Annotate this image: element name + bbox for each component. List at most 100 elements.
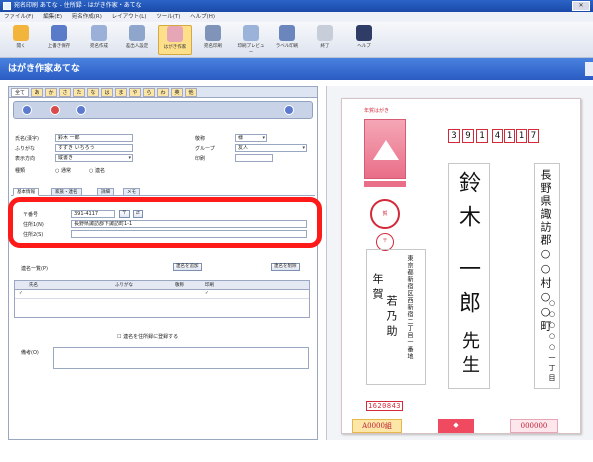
table-row[interactable]: ✓ ✓ (15, 290, 309, 299)
print-button[interactable]: 宛名印刷 (198, 25, 228, 55)
kana-field[interactable]: すずき いちろう (55, 144, 133, 152)
recipient-address-line2: ○○○○○一丁目 (548, 299, 556, 384)
menu-help[interactable]: ヘルプ(H) (190, 14, 215, 20)
delete-joint-button[interactable]: 連名を削除 (271, 263, 300, 271)
section-tabs: 基本情報 家族・連名 詳細 メモ (11, 187, 315, 196)
exit-icon (317, 25, 333, 41)
sender-button[interactable]: 差出人設定 (122, 25, 152, 55)
joint-list-label: 連名一覧(P) (21, 266, 48, 272)
app-icon (3, 2, 11, 10)
tab-ta[interactable]: た (73, 88, 85, 97)
preview-button[interactable]: 印刷プレビュー (236, 25, 266, 55)
tab-wa[interactable]: わ (157, 88, 169, 97)
recipient-honorific: 先生 (459, 331, 480, 379)
zip-digit-2: 9 (462, 129, 474, 143)
tab-ya[interactable]: や (129, 88, 141, 97)
help-button[interactable]: ヘルプ (346, 25, 382, 55)
menu-edit[interactable]: 編集(E) (43, 14, 62, 20)
design-button[interactable]: はがき作家 (158, 25, 192, 55)
tab-detail[interactable]: 詳細 (97, 188, 114, 196)
memo-label: 備考(O) (21, 350, 39, 356)
radio-joint[interactable]: ○ 連名 (89, 167, 105, 174)
zip-digit-3: 1 (476, 129, 488, 143)
index-tabs: 全て あ か さ た な は ま や ら わ 英 他 (9, 87, 317, 98)
menu-layout[interactable]: レイアウト(L) (112, 14, 147, 20)
name-label: 氏名(漢字) (15, 136, 39, 142)
stamp-label: 年賀はがき (364, 108, 390, 114)
tab-ka[interactable]: か (45, 88, 57, 97)
extra-label: 印刷 (195, 156, 206, 162)
tab-all[interactable]: 全て (11, 88, 29, 97)
tab-basic[interactable]: 基本情報 (13, 188, 39, 196)
grid-col-name: 氏名 (29, 283, 38, 288)
close-button[interactable]: ✕ (572, 1, 590, 11)
grid-col-kana: ふりがな (115, 283, 133, 288)
tab-ma[interactable]: ま (115, 88, 127, 97)
window-title: 宛名印刷 あてな - 住所録 - はがき作家・あてな (14, 2, 142, 9)
tab-memo[interactable]: メモ (123, 188, 140, 196)
recipient-given-name: 一郎 (455, 257, 480, 325)
zip-digit-4: 4 (492, 129, 503, 143)
label-icon (279, 25, 295, 41)
honorific-select[interactable]: 様 (235, 134, 267, 142)
save-button[interactable]: 上書き保存 (44, 25, 74, 55)
sender-greeting: 年賀 (371, 273, 384, 303)
honorific-label: 敬称 (195, 136, 206, 142)
tab-ha[interactable]: は (101, 88, 113, 97)
recipient-family-name: 鈴木 (455, 171, 480, 239)
tab-family[interactable]: 家族・連名 (51, 188, 82, 196)
card-icon (91, 25, 107, 41)
prize-number-right: 000000 (510, 419, 558, 433)
attr-label: 表示方向 (15, 156, 36, 162)
design-icon (167, 26, 183, 42)
menu-file[interactable]: ファイル(F) (4, 14, 33, 20)
nav-last-icon[interactable] (284, 105, 294, 115)
record-navigator (13, 101, 313, 119)
stamp-bar (364, 181, 406, 187)
zip-digit-1: 3 (448, 129, 460, 143)
new-year-mark: ◆ (438, 419, 474, 433)
create-button[interactable]: 宛名作成 (84, 25, 114, 55)
group-label: グループ (195, 146, 215, 152)
grid-col-honorific: 敬称 (175, 283, 184, 288)
register-joint-checkbox[interactable]: ☐ 連名を住所録に登録する (117, 333, 178, 340)
tab-eng[interactable]: 英 (171, 88, 183, 97)
extra-field[interactable] (235, 154, 273, 162)
row-print-check[interactable]: ✓ (205, 291, 209, 296)
joint-grid: 氏名 ふりがな 敬称 印刷 ✓ ✓ (14, 280, 310, 318)
highlight-annotation (8, 197, 322, 248)
zip-digit-7: 7 (528, 129, 539, 143)
nav-first-icon[interactable] (22, 105, 32, 115)
preview-icon (243, 25, 259, 41)
help-icon (356, 25, 372, 41)
group-select[interactable]: 友人 (235, 144, 307, 152)
menu-tools[interactable]: ツール(T) (156, 14, 180, 20)
attr-select[interactable]: 縦書き (55, 154, 133, 162)
row-check[interactable]: ✓ (19, 291, 23, 296)
app-header: はがき作家あてな (0, 58, 593, 80)
tab-other[interactable]: 他 (185, 88, 197, 97)
radio-group-label: 種類 (15, 168, 26, 174)
tab-sa[interactable]: さ (59, 88, 71, 97)
nav-next-icon[interactable] (76, 105, 86, 115)
address-form-panel: 全て あ か さ た な は ま や ら わ 英 他 氏名(漢字) 鈴木 一郎 … (8, 86, 318, 440)
sender-address: 東京都新宿区西新宿二丁目一番地 (406, 255, 413, 360)
add-joint-button[interactable]: 連名を追加 (173, 263, 202, 271)
memo-field[interactable] (53, 347, 309, 369)
name-field[interactable]: 鈴木 一郎 (55, 134, 133, 142)
tab-na[interactable]: な (87, 88, 99, 97)
exit-button[interactable]: 終了 (310, 25, 340, 55)
toolbar: 開く 上書き保存 宛名作成 差出人設定 はがき作家 宛名印刷 印刷プレビュー ラ… (0, 22, 593, 58)
postcard-preview-panel: 年賀はがき 3 9 1 4 1 1 7 賀 〒 鈴木 一郎 先生 長野県諏訪郡○… (326, 86, 593, 440)
tab-a[interactable]: あ (31, 88, 43, 97)
nav-prev-icon[interactable] (50, 105, 60, 115)
open-button[interactable]: 開く (6, 25, 36, 55)
grid-header: 氏名 ふりがな 敬称 印刷 (15, 281, 309, 290)
zip-digit-6: 1 (516, 129, 527, 143)
menu-create[interactable]: 宛名作成(R) (72, 14, 102, 20)
panel-toggle-icon[interactable] (585, 62, 593, 76)
app-title: はがき作家あてな (8, 64, 80, 74)
tab-ra[interactable]: ら (143, 88, 155, 97)
radio-normal[interactable]: ○ 通常 (55, 167, 71, 174)
label-button[interactable]: ラベル印刷 (272, 25, 302, 55)
